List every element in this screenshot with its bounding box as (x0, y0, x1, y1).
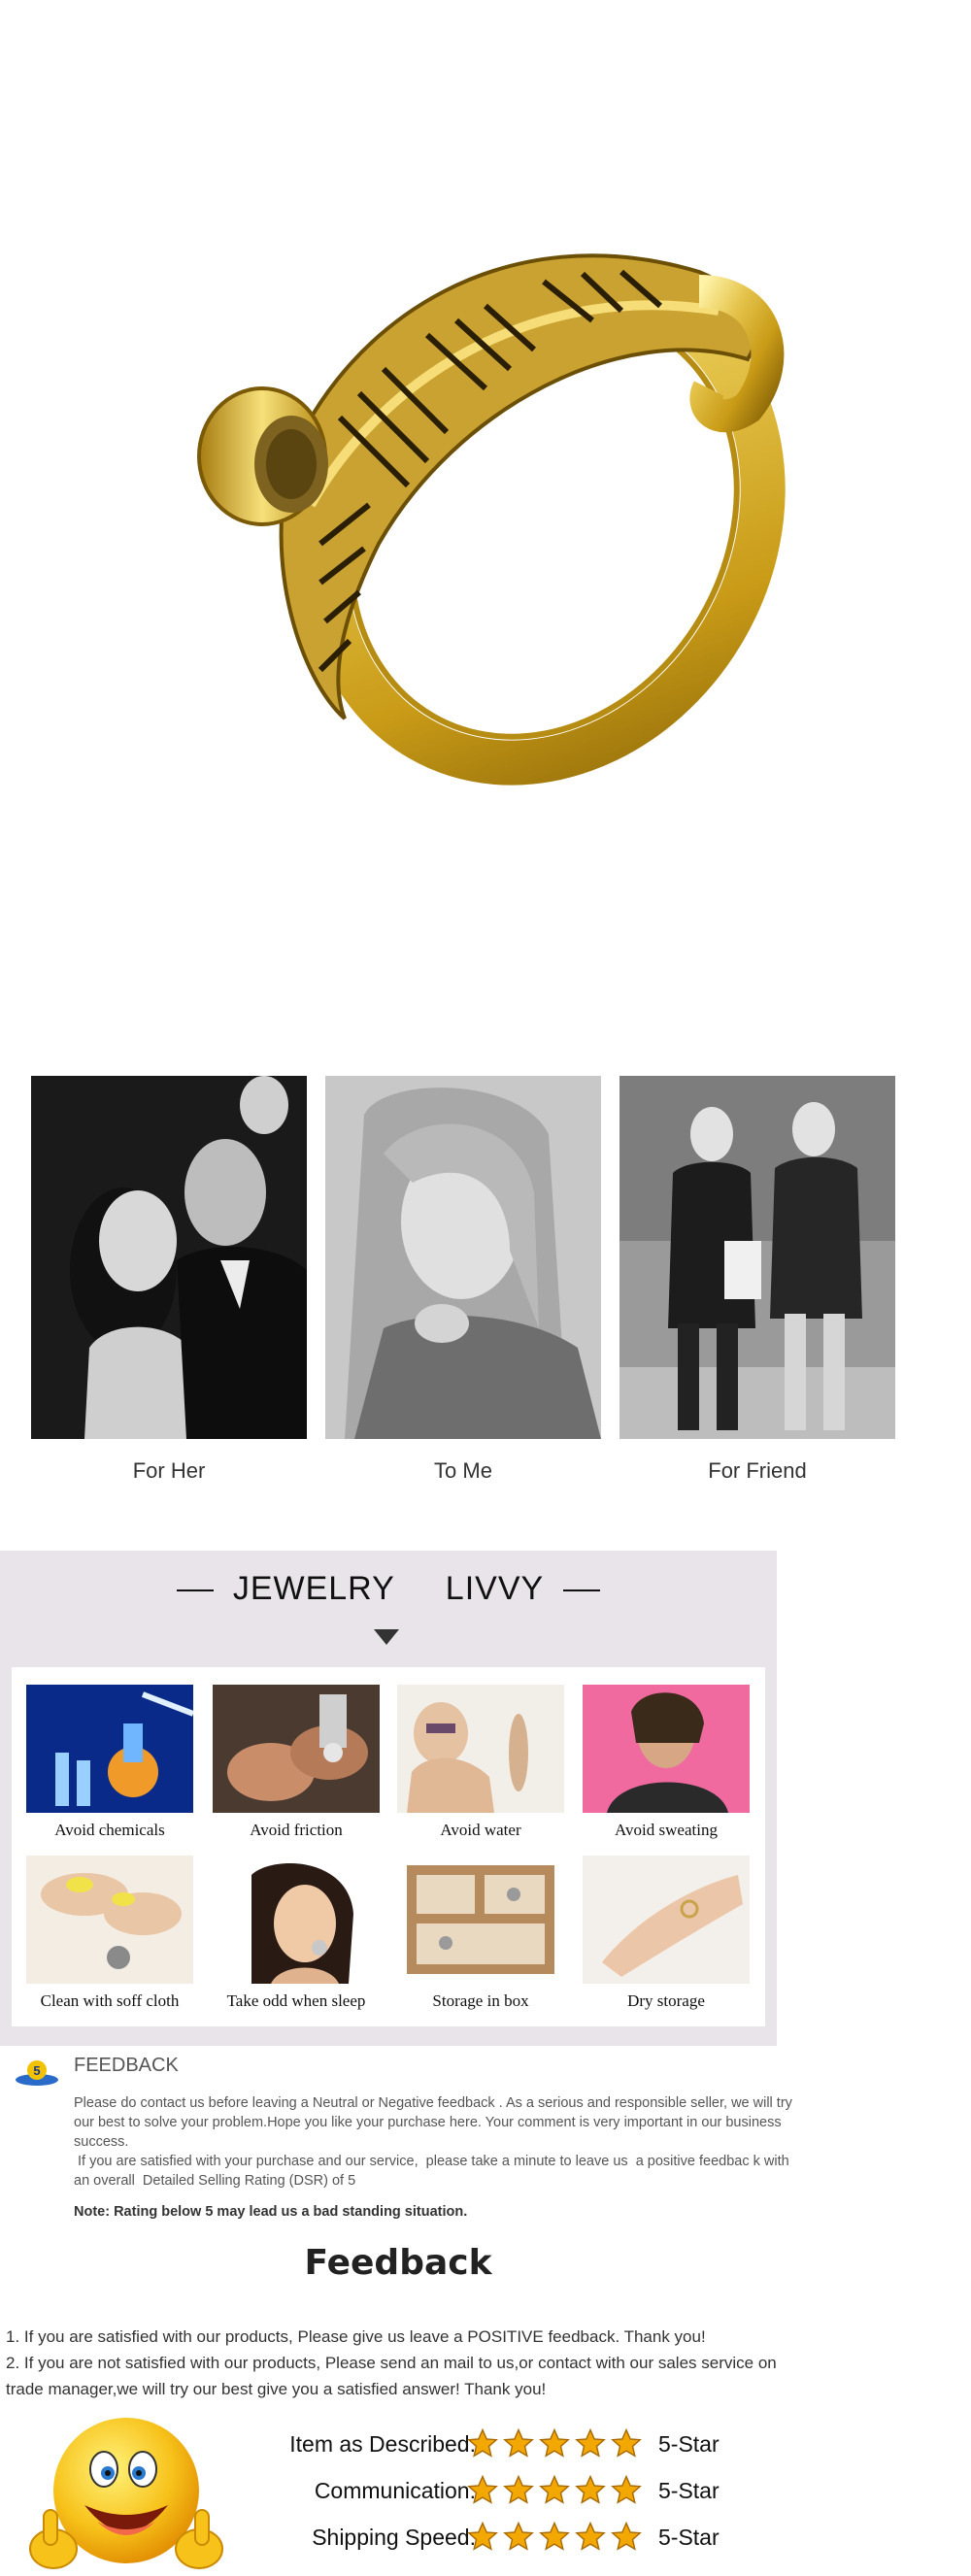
photo-caption: To Me (434, 1458, 492, 1483)
tip-label: Take odd when sleep (226, 1991, 366, 2010)
water-icon (397, 1685, 564, 1813)
tip-clean-cloth: Clean with soff cloth (26, 1856, 193, 2011)
cloth-icon (26, 1856, 193, 1984)
rating-shipping-speed: Shipping Speed: 5-Star (223, 2519, 767, 2558)
feedback-instructions: 1. If you are satisfied with our product… (6, 2324, 802, 2402)
rating-item-as-described: Item as Described: 5-Star (223, 2425, 767, 2464)
notice-title: FEEDBACK (74, 2055, 179, 2076)
dry-icon (583, 1856, 750, 1984)
feedback-heading: Feedback (304, 2243, 492, 2283)
sweating-icon (583, 1685, 750, 1813)
rating-value: 5-Star (658, 2478, 720, 2503)
gold-ring-image (197, 253, 786, 786)
tip-label: Avoid water (440, 1821, 521, 1839)
care-tips-grid: Avoid chemicals Avoid friction Avoid wat… (12, 1667, 765, 2026)
rating-label: Shipping Speed: (312, 2525, 476, 2550)
rating-value: 5-Star (658, 2431, 720, 2457)
rating-label: Item as Described: (289, 2431, 476, 2457)
tip-storage-box: Storage in box (397, 1856, 564, 2011)
star-icon (503, 2521, 534, 2551)
star-icon (539, 2521, 570, 2551)
box-icon (397, 1856, 564, 1984)
photo-for-friend (619, 1076, 895, 1439)
tip-label: Avoid sweating (615, 1821, 718, 1839)
rating-value: 5-Star (658, 2525, 720, 2550)
badge-number: 5 (33, 2063, 40, 2078)
woman-portrait-photo (325, 1076, 601, 1439)
star-icon (467, 2474, 498, 2504)
star-icon (575, 2474, 606, 2504)
brand-title: JEWELRY LIVVY (0, 1570, 777, 1608)
title-dash-right (563, 1589, 601, 1592)
tip-avoid-friction: Avoid friction (213, 1685, 380, 1840)
rating-stars (466, 2427, 660, 2462)
notice-body: Please do contact us before leaving a Ne… (74, 2093, 797, 2191)
star-icon (611, 2474, 642, 2504)
tip-label: Clean with soff cloth (40, 1991, 180, 2010)
rating-label: Communication: (314, 2478, 476, 2503)
photo-caption: For Her (132, 1458, 206, 1483)
jewelry-care-panel: JEWELRY LIVVY Avoid chemicals Avoid frict… (0, 1551, 777, 2046)
thumbs-up-smiley-icon (24, 2413, 228, 2576)
photo-caption: For Friend (708, 1458, 807, 1483)
star-icon (611, 2427, 642, 2458)
feedback-line: 2. If you are not satisfied with our pro… (6, 2354, 777, 2398)
triangle-down-icon (374, 1629, 399, 1645)
rating-stars (466, 2474, 660, 2509)
brand-right: LIVVY (445, 1570, 545, 1607)
feedback-line: 1. If you are satisfied with our product… (6, 2327, 706, 2346)
couple-photo (31, 1076, 307, 1439)
photo-to-me (325, 1076, 601, 1439)
notice-paragraph: If you are satisfied with your purchase … (74, 2154, 793, 2189)
friends-walking-photo (619, 1076, 895, 1439)
notice-note: Note: Rating below 5 may lead us a bad s… (74, 2204, 468, 2220)
tip-label: Dry storage (627, 1991, 705, 2010)
tip-avoid-chemicals: Avoid chemicals (26, 1685, 193, 1840)
star-icon (503, 2427, 534, 2458)
friction-icon (213, 1685, 380, 1813)
chemicals-icon (26, 1685, 193, 1813)
star-icon (539, 2474, 570, 2504)
tip-dry-storage: Dry storage (583, 1856, 750, 2011)
tip-sleep: Take odd when sleep (213, 1856, 380, 2011)
brand-left: JEWELRY (232, 1570, 395, 1607)
lifestyle-section: For Her To Me For Friend (0, 1049, 971, 1515)
star-icon (467, 2521, 498, 2551)
rating-stars (466, 2521, 660, 2556)
star-icon (611, 2521, 642, 2551)
tip-label: Avoid friction (250, 1821, 343, 1839)
star-icon (575, 2427, 606, 2458)
rating-communication: Communication: 5-Star (223, 2472, 767, 2511)
tip-label: Avoid chemicals (54, 1821, 165, 1839)
five-star-badge-icon: 5 (14, 2058, 60, 2088)
sleep-icon (213, 1856, 380, 1984)
title-dash-left (176, 1589, 214, 1592)
tip-label: Storage in box (432, 1991, 529, 2010)
star-icon (503, 2474, 534, 2504)
star-icon (539, 2427, 570, 2458)
star-icon (467, 2427, 498, 2458)
notice-paragraph: Please do contact us before leaving a Ne… (74, 2095, 792, 2150)
tip-avoid-sweating: Avoid sweating (583, 1685, 750, 1840)
photo-for-her (31, 1076, 307, 1439)
star-icon (575, 2521, 606, 2551)
tip-avoid-water: Avoid water (397, 1685, 564, 1840)
product-image (0, 0, 971, 1010)
